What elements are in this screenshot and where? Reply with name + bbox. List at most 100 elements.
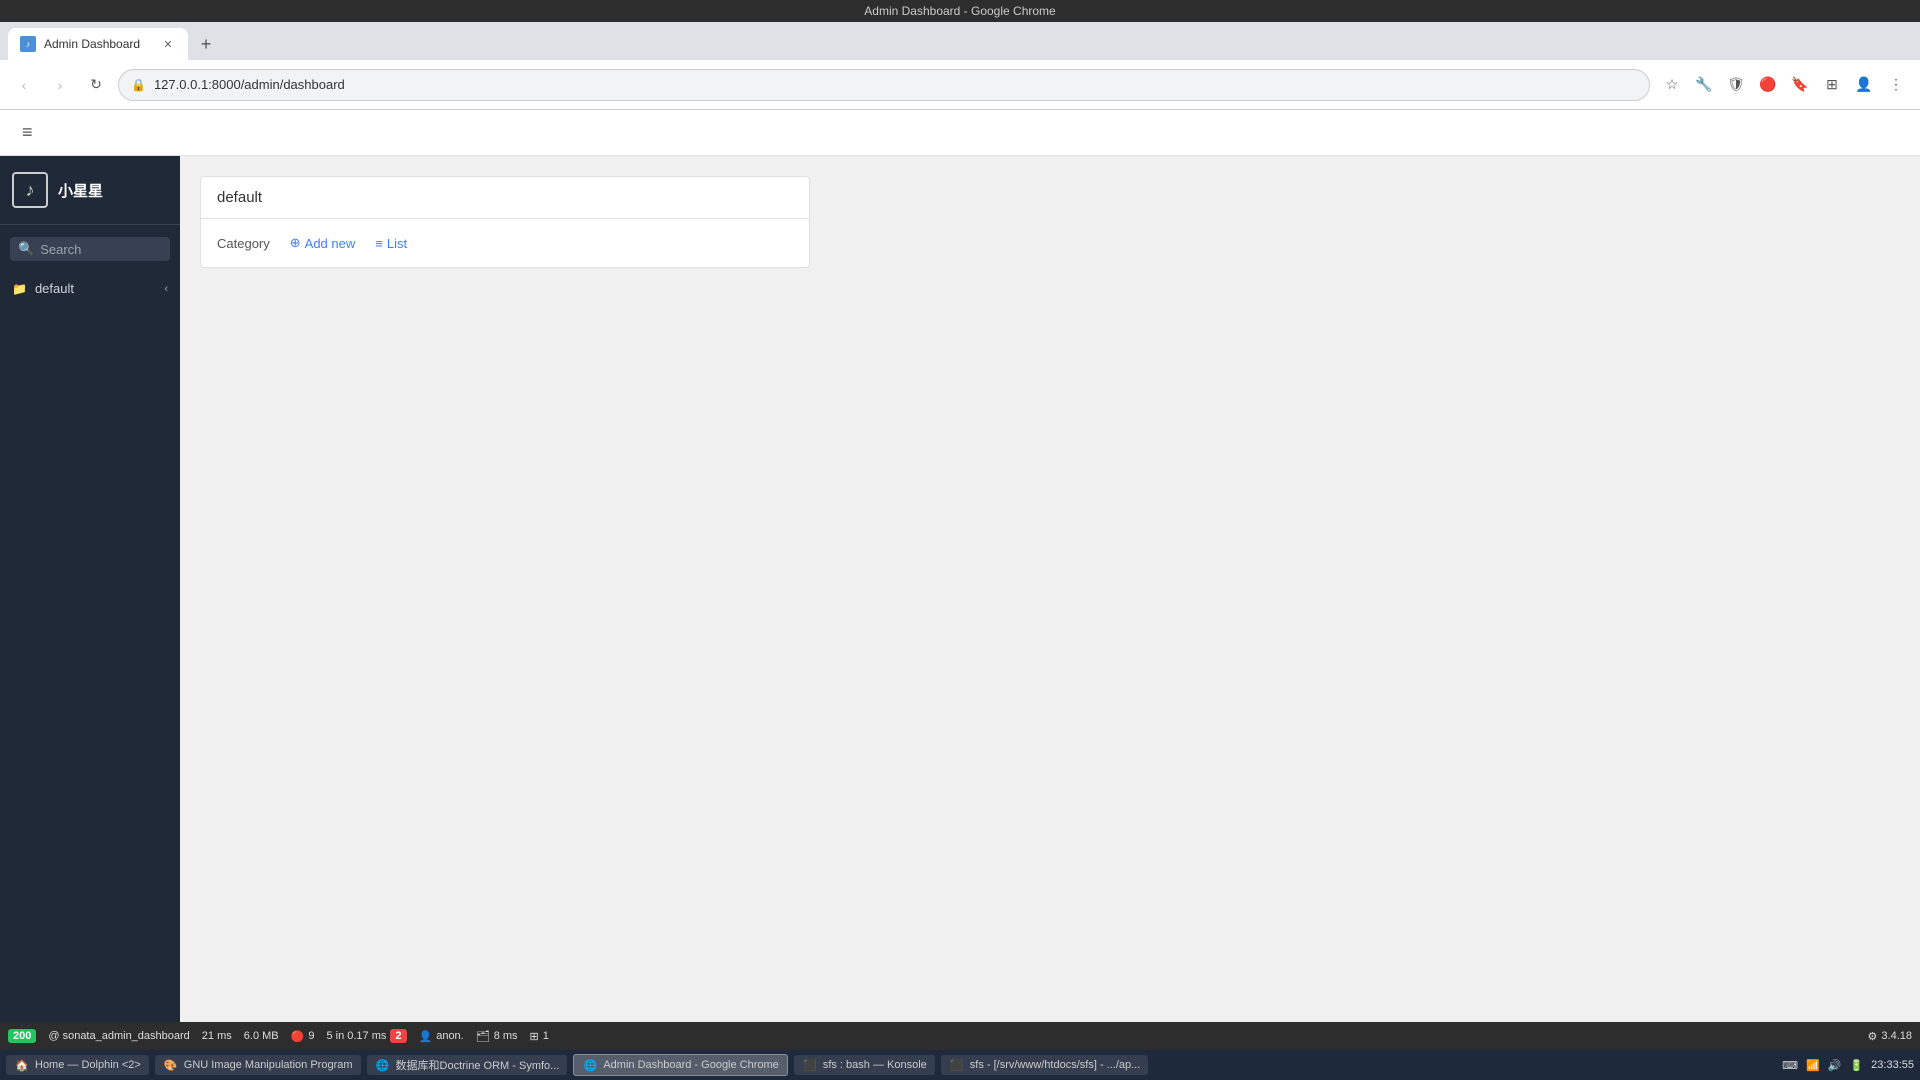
konsole1-icon: ⬛ xyxy=(802,1057,818,1073)
back-button[interactable]: ‹ xyxy=(10,71,38,99)
konsole2-label: sfs - [/srv/www/htdocs/sfs] - .../ap... xyxy=(970,1059,1141,1071)
user-icon: 👤 xyxy=(419,1030,433,1043)
statusbar: 200 @ sonata_admin_dashboard 21 ms 6.0 M… xyxy=(0,1022,1920,1050)
db-icon: 🔴 xyxy=(291,1030,305,1043)
reload-button[interactable]: ↻ xyxy=(82,71,110,99)
chrome2-label: Admin Dashboard - Google Chrome xyxy=(603,1059,778,1071)
list-button[interactable]: ≡ List xyxy=(375,236,407,251)
chrome-tab-active[interactable]: ♪ Admin Dashboard ✕ xyxy=(8,28,188,60)
forward-button[interactable]: › xyxy=(46,71,74,99)
dashboard-card-header: default xyxy=(201,177,809,219)
db-item: 🔴 9 xyxy=(291,1030,315,1043)
list-label: List xyxy=(387,236,407,251)
sidebar-logo: ♪ xyxy=(12,172,48,208)
user-label: anon. xyxy=(436,1030,464,1042)
route-item: @ sonata_admin_dashboard xyxy=(48,1030,189,1042)
tab-favicon: ♪ xyxy=(20,36,36,52)
taskbar-item-chrome2[interactable]: 🌐 Admin Dashboard - Google Chrome xyxy=(573,1054,787,1076)
add-new-label: Add new xyxy=(305,236,356,251)
events-text: 5 in 0.17 ms xyxy=(326,1030,386,1042)
taskbar-right: ⌨ 📶 🔊 🔋 23:33:55 xyxy=(1782,1059,1914,1072)
taskbar-item-konsole2[interactable]: ⬛ sfs - [/srv/www/htdocs/sfs] - .../ap..… xyxy=(941,1055,1149,1075)
time-item: 21 ms xyxy=(202,1030,232,1042)
status-code-item: 200 xyxy=(8,1029,36,1043)
grid-item: ⊞ 1 xyxy=(530,1030,549,1043)
sidebar-item-label: default xyxy=(35,281,74,296)
grid-icon: ⊞ xyxy=(530,1030,539,1043)
tab-label: Admin Dashboard xyxy=(44,37,152,51)
chrome2-icon: 🌐 xyxy=(582,1057,598,1073)
dashboard-card-body: Category ⊕ Add new ≡ List xyxy=(201,219,809,267)
app-wrapper: ≡ ♪ 小星星 🔍 📁 default ‹ xyxy=(0,110,1920,1050)
chrome1-icon: 🌐 xyxy=(375,1057,391,1073)
sidebar-title: 小星星 xyxy=(58,180,103,201)
dolphin-icon: 🏠 xyxy=(14,1057,30,1073)
app-container: ♪ 小星星 🔍 📁 default ‹ default xyxy=(0,156,1920,1022)
os-titlebar-text: Admin Dashboard - Google Chrome xyxy=(864,4,1055,18)
extension-icon-3[interactable]: 🔴 xyxy=(1754,71,1782,99)
status-code-badge: 200 xyxy=(8,1029,36,1043)
sidebar-search[interactable]: 🔍 xyxy=(10,237,170,261)
route-text: @ sonata_admin_dashboard xyxy=(48,1030,189,1042)
taskbar-time: 23:33:55 xyxy=(1871,1059,1914,1071)
bookmark-icon[interactable]: ☆ xyxy=(1658,71,1686,99)
events-item: 5 in 0.17 ms 2 xyxy=(326,1029,406,1043)
time-text: 21 ms xyxy=(202,1030,232,1042)
taskbar-wifi-icon: 📶 xyxy=(1806,1059,1820,1072)
address-text: 127.0.0.1:8000/admin/dashboard xyxy=(154,77,345,92)
list-icon: ≡ xyxy=(375,236,383,251)
taskbar-item-chrome1[interactable]: 🌐 数据库和Doctrine ORM - Symfo... xyxy=(367,1055,568,1075)
hamburger-button[interactable]: ≡ xyxy=(16,118,39,147)
cache-item: 🗂 8 ms xyxy=(476,1030,518,1043)
chrome1-label: 数据库和Doctrine ORM - Symfo... xyxy=(396,1057,560,1073)
framework-version: 3.4.18 xyxy=(1881,1030,1912,1042)
os-titlebar: Admin Dashboard - Google Chrome xyxy=(0,0,1920,22)
tab-close-button[interactable]: ✕ xyxy=(160,36,176,52)
search-icon: 🔍 xyxy=(18,241,34,257)
taskbar-item-konsole1[interactable]: ⬛ sfs : bash — Konsole xyxy=(794,1055,935,1075)
konsole1-label: sfs : bash — Konsole xyxy=(823,1059,927,1071)
cache-icon: 🗂 xyxy=(476,1030,490,1043)
new-tab-button[interactable]: + xyxy=(192,30,220,58)
gimp-icon: 🎨 xyxy=(163,1057,179,1073)
taskbar-battery-icon: 🔋 xyxy=(1849,1059,1863,1072)
extension-icon-4[interactable]: 🔖 xyxy=(1786,71,1814,99)
extension-icon-1[interactable]: 🔧 xyxy=(1690,71,1718,99)
address-bar[interactable]: 🔒 127.0.0.1:8000/admin/dashboard xyxy=(118,69,1650,101)
dashboard-card-title: default xyxy=(217,189,262,206)
taskbar-item-dolphin[interactable]: 🏠 Home — Dolphin <2> xyxy=(6,1055,149,1075)
memory-text: 6.0 MB xyxy=(244,1030,279,1042)
taskbar-audio-icon: 🔊 xyxy=(1828,1059,1842,1072)
grid-label: 1 xyxy=(543,1030,549,1042)
taskbar-item-gimp[interactable]: 🎨 GNU Image Manipulation Program xyxy=(155,1055,361,1075)
memory-item: 6.0 MB xyxy=(244,1030,279,1042)
taskbar-keyboard-icon: ⌨ xyxy=(1782,1059,1798,1072)
main-topbar: ≡ xyxy=(0,110,1920,156)
extension-icon-5[interactable]: ⊞ xyxy=(1818,71,1846,99)
add-new-button[interactable]: ⊕ Add new xyxy=(290,235,356,251)
chrome-toolbar: ‹ › ↻ 🔒 127.0.0.1:8000/admin/dashboard ☆… xyxy=(0,60,1920,110)
collapse-icon: ‹ xyxy=(164,283,168,295)
sidebar-header: ♪ 小星星 xyxy=(0,156,180,225)
folder-icon: 📁 xyxy=(12,282,27,296)
konsole2-icon: ⬛ xyxy=(949,1057,965,1073)
user-item: 👤 anon. xyxy=(419,1030,464,1043)
main-content: default Category ⊕ Add new ≡ List xyxy=(180,156,1920,1022)
db-count: 9 xyxy=(308,1030,314,1042)
gimp-label: GNU Image Manipulation Program xyxy=(184,1059,353,1071)
sidebar: ♪ 小星星 🔍 📁 default ‹ xyxy=(0,156,180,1022)
add-new-icon: ⊕ xyxy=(290,235,301,251)
category-label: Category xyxy=(217,236,270,251)
chrome-toolbar-right: ☆ 🔧 🛡 🔴 🔖 ⊞ 👤 ⋮ xyxy=(1658,71,1910,99)
profile-icon[interactable]: 👤 xyxy=(1850,71,1878,99)
cache-label: 8 ms xyxy=(494,1030,518,1042)
search-input[interactable] xyxy=(40,242,162,257)
extension-icon-2[interactable]: 🛡 xyxy=(1722,71,1750,99)
events-err-badge: 2 xyxy=(390,1029,406,1043)
framework-item: ⚙ 3.4.18 xyxy=(1868,1030,1912,1043)
menu-icon[interactable]: ⋮ xyxy=(1882,71,1910,99)
dolphin-label: Home — Dolphin <2> xyxy=(35,1059,141,1071)
address-lock-icon: 🔒 xyxy=(131,78,146,92)
sidebar-nav: 📁 default ‹ xyxy=(0,273,180,1022)
sidebar-item-default[interactable]: 📁 default ‹ xyxy=(0,273,180,304)
